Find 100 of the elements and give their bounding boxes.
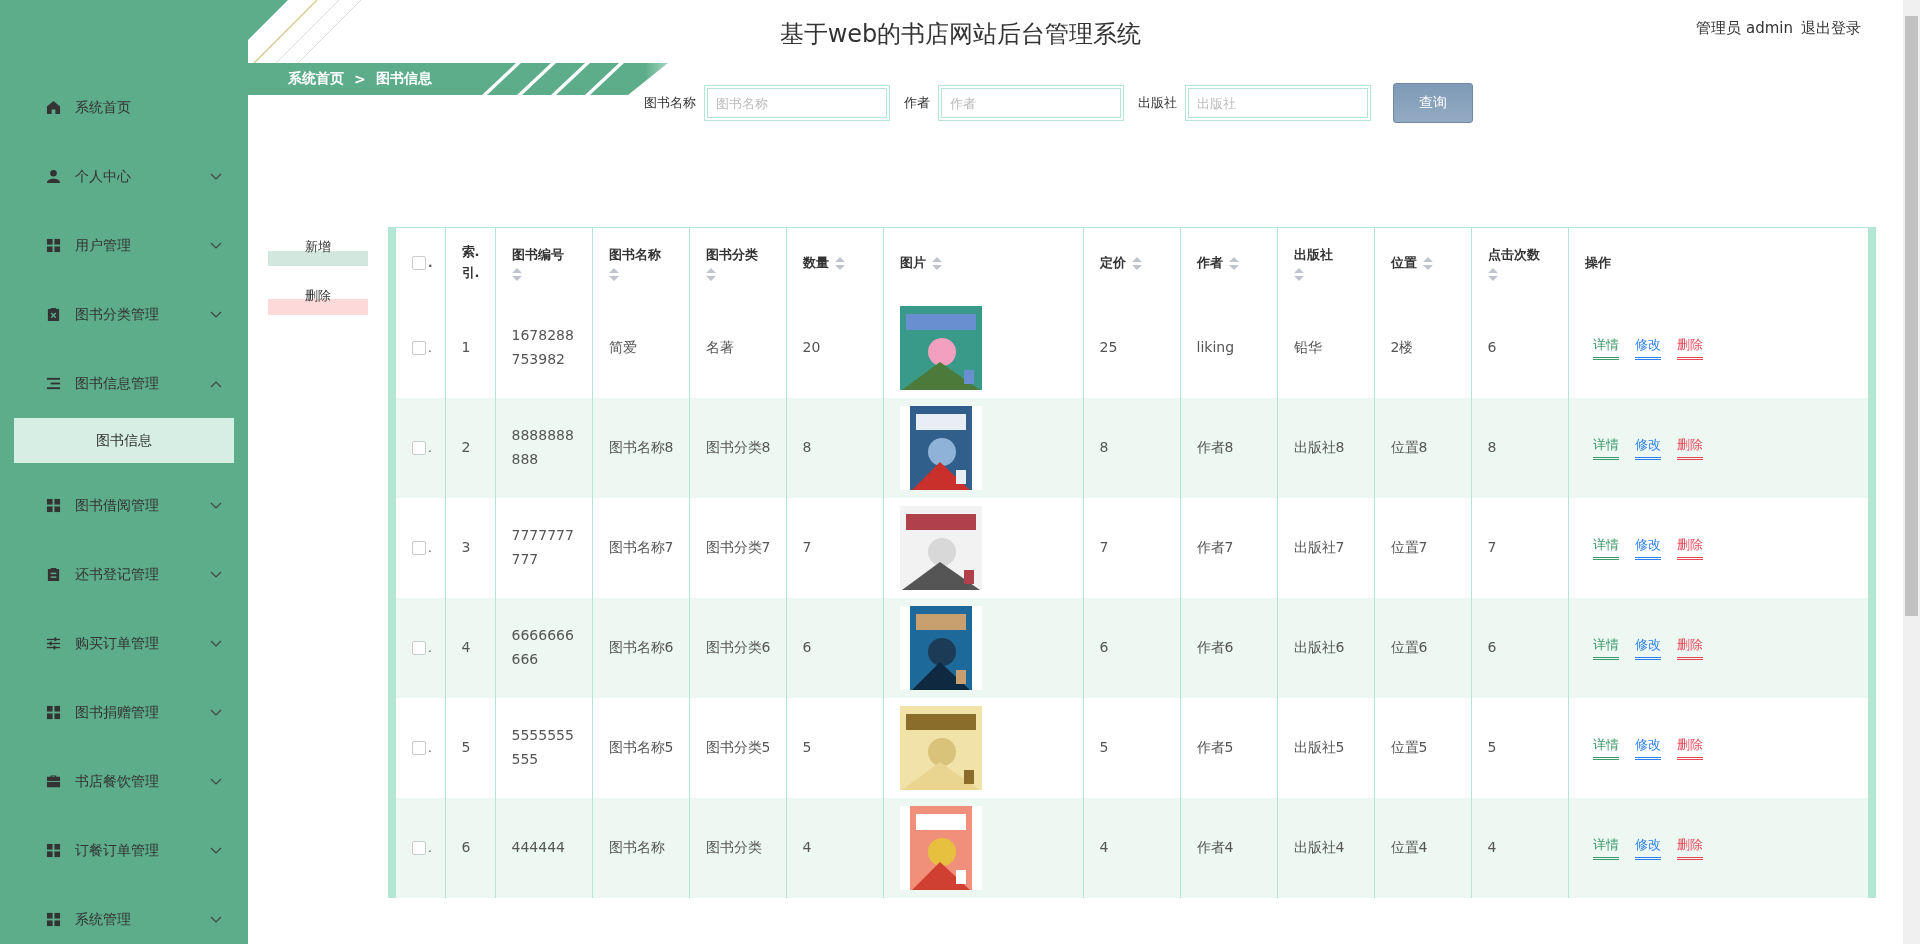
column-header[interactable]: 出版社: [1293, 245, 1333, 264]
sort-icon[interactable]: [608, 267, 619, 281]
sidebar-item[interactable]: 系统首页: [0, 73, 248, 142]
checkbox[interactable]: [412, 641, 426, 655]
sort-icon[interactable]: [1131, 256, 1142, 270]
column-header[interactable]: 图书编号: [511, 245, 564, 264]
delete-link[interactable]: 删除: [1676, 436, 1703, 460]
field-label: 图书名称: [644, 94, 696, 112]
details-link[interactable]: 详情: [1592, 736, 1619, 760]
sidebar-item[interactable]: 系统管理: [0, 885, 248, 944]
field-label: 出版社: [1138, 94, 1177, 112]
edit-link[interactable]: 修改: [1634, 336, 1661, 360]
table-cell: 位置8: [1374, 398, 1471, 498]
checkbox[interactable]: [412, 841, 426, 855]
table-cell: 图书名称8: [592, 398, 689, 498]
table-cell: 8: [786, 398, 883, 498]
home-icon: [46, 100, 61, 115]
sidebar-subitem[interactable]: 图书信息: [14, 418, 234, 463]
sidebar-item[interactable]: 图书分类管理: [0, 280, 248, 349]
logout-link[interactable]: 退出登录: [1801, 19, 1861, 38]
sort-icon[interactable]: [931, 256, 942, 270]
table-cell: 图书分类8: [689, 398, 786, 498]
sort-icon[interactable]: [705, 267, 716, 281]
delete-link[interactable]: 删除: [1676, 836, 1703, 860]
column-header: 索.引.: [461, 243, 481, 282]
admin-label: 管理员 admin: [1696, 19, 1793, 38]
table-cell: 作者6: [1180, 598, 1277, 698]
column-header[interactable]: 位置: [1390, 254, 1417, 272]
sort-icon[interactable]: [1487, 267, 1498, 281]
search-field[interactable]: 作者: [938, 85, 1124, 121]
sidebar-item[interactable]: 还书登记管理: [0, 540, 248, 609]
sidebar-item[interactable]: 用户管理: [0, 211, 248, 280]
column-header: 操作: [1584, 254, 1611, 272]
sort-icon[interactable]: [1293, 267, 1304, 281]
sidebar-item[interactable]: 图书信息管理: [0, 349, 248, 418]
table-cell: 图书分类6: [689, 598, 786, 698]
table-cell: 出版社4: [1277, 798, 1374, 898]
column-header[interactable]: 图片: [899, 254, 926, 272]
details-link[interactable]: 详情: [1592, 636, 1619, 660]
delete-link[interactable]: 删除: [1676, 336, 1703, 360]
chevron-icon: [210, 172, 222, 181]
checkbox[interactable]: [412, 341, 426, 355]
sort-icon[interactable]: [1422, 256, 1433, 270]
sidebar-item[interactable]: 图书借阅管理: [0, 471, 248, 540]
sidebar-item[interactable]: 书店餐饮管理: [0, 747, 248, 816]
sidebar-item[interactable]: 订餐订单管理: [0, 816, 248, 885]
edit-link[interactable]: 修改: [1634, 736, 1661, 760]
checkbox-label: .: [428, 441, 432, 455]
sidebar-item[interactable]: 购买订单管理: [0, 609, 248, 678]
grid-icon: [46, 705, 61, 720]
checkbox-label: .: [427, 256, 433, 270]
table-cell: 4: [445, 598, 495, 698]
table-cell: 图书分类: [689, 798, 786, 898]
checkbox-label: .: [428, 741, 432, 755]
column-header[interactable]: 数量: [802, 254, 829, 272]
sort-icon[interactable]: [1228, 256, 1239, 270]
details-link[interactable]: 详情: [1592, 436, 1619, 460]
sort-icon[interactable]: [834, 256, 845, 270]
search-field[interactable]: 出版社: [1185, 85, 1371, 121]
details-link[interactable]: 详情: [1592, 836, 1619, 860]
table-cell: 图书名称: [592, 798, 689, 898]
scrollbar[interactable]: [1903, 0, 1920, 944]
chevron-icon: [210, 777, 222, 786]
delete-link[interactable]: 删除: [1676, 736, 1703, 760]
details-link[interactable]: 详情: [1592, 536, 1619, 560]
edit-link[interactable]: 修改: [1634, 536, 1661, 560]
delete-link[interactable]: 删除: [1676, 636, 1703, 660]
delete-link[interactable]: 删除: [1676, 536, 1703, 560]
user-icon: [46, 169, 61, 184]
edit-link[interactable]: 修改: [1634, 836, 1661, 860]
table-cell: 位置6: [1374, 598, 1471, 698]
clipboard-icon: [46, 567, 61, 582]
sidebar-item[interactable]: 个人中心: [0, 142, 248, 211]
sort-icon[interactable]: [511, 267, 522, 281]
table-cell: 作者8: [1180, 398, 1277, 498]
table-cell: 4: [786, 798, 883, 898]
breadcrumb-current: 图书信息: [375, 70, 432, 88]
breadcrumb-link[interactable]: 系统首页: [288, 70, 344, 88]
table-cell: 出版社8: [1277, 398, 1374, 498]
grid-icon: [46, 843, 61, 858]
edit-link[interactable]: 修改: [1634, 636, 1661, 660]
table-cell: 图书名称6: [592, 598, 689, 698]
table-cell: 6: [445, 798, 495, 898]
column-header[interactable]: 定价: [1099, 254, 1126, 272]
column-header[interactable]: 作者: [1196, 254, 1223, 272]
edit-link[interactable]: 修改: [1634, 436, 1661, 460]
details-link[interactable]: 详情: [1592, 336, 1619, 360]
column-header[interactable]: 点击次数: [1487, 245, 1540, 264]
search-field[interactable]: 图书名称: [704, 85, 890, 121]
column-header[interactable]: 图书分类: [705, 245, 758, 264]
column-header[interactable]: 图书名称: [608, 245, 661, 264]
table-cell: 出版社6: [1277, 598, 1374, 698]
search-button[interactable]: 查询: [1393, 83, 1473, 123]
breadcrumb-separator: >: [354, 71, 366, 87]
checkbox[interactable]: [412, 741, 426, 755]
checkbox[interactable]: [412, 441, 426, 455]
sidebar-item[interactable]: 图书捐赠管理: [0, 678, 248, 747]
checkbox[interactable]: [412, 256, 426, 270]
chevron-icon: [210, 846, 222, 855]
checkbox[interactable]: [412, 541, 426, 555]
